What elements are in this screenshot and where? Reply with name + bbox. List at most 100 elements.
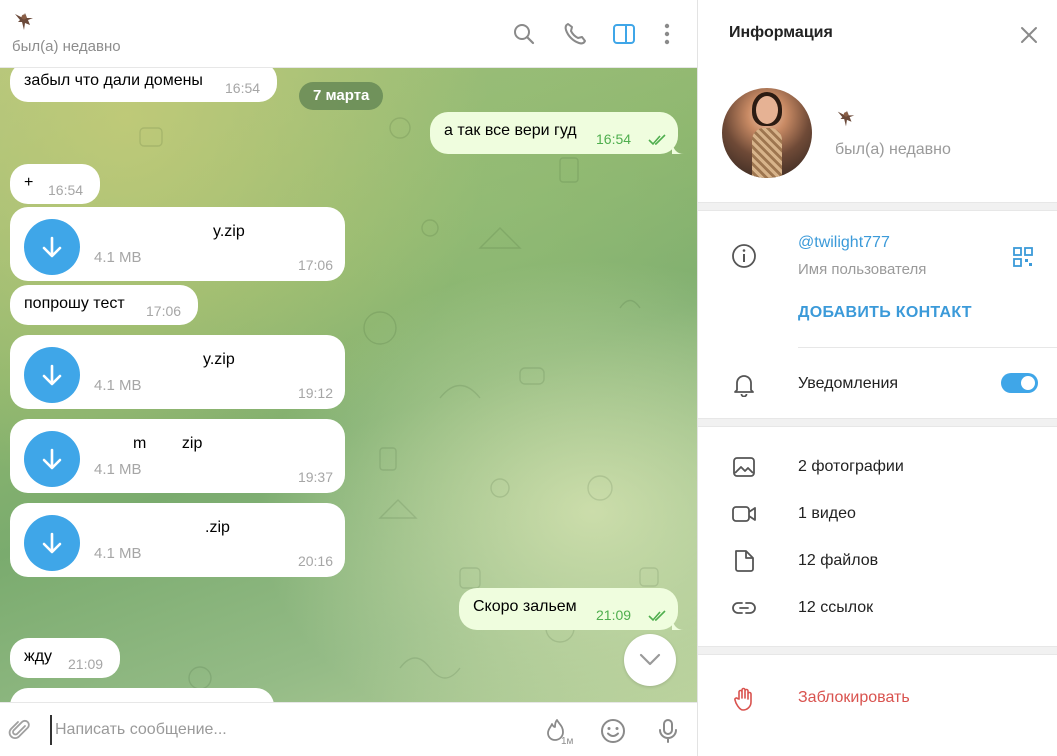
- file-message[interactable]: .zip 4.1 MB 20:16: [10, 503, 345, 577]
- panel-title: Информация: [729, 24, 833, 41]
- search-icon[interactable]: [511, 21, 537, 47]
- section-divider: [698, 202, 1057, 211]
- message-bubble-outgoing[interactable]: Скоро зальем 21:09: [459, 588, 684, 630]
- message-time: 16:54: [596, 131, 632, 147]
- message-time: 16:54: [225, 80, 261, 96]
- double-check-icon: [648, 610, 666, 622]
- more-vertical-icon[interactable]: [654, 21, 680, 47]
- link-icon: [731, 595, 757, 621]
- row-divider: [798, 347, 1057, 348]
- message-time: 20:16: [297, 553, 333, 569]
- file-size: 4.1 MB: [94, 249, 142, 266]
- bubble-tail: [672, 142, 684, 154]
- phone-icon[interactable]: [562, 21, 588, 47]
- microphone-icon[interactable]: [654, 717, 682, 745]
- message-bubble-incoming[interactable]: + 16:54: [10, 164, 100, 204]
- links-row[interactable]: 12 ссылок: [698, 586, 1057, 630]
- username-label: Имя пользователя: [798, 261, 927, 278]
- message-bubble-incoming[interactable]: забыл что дали домены 16:54: [10, 68, 277, 102]
- download-button[interactable]: [24, 219, 80, 275]
- file-size: 4.1 MB: [94, 461, 142, 478]
- info-circle-icon: [731, 243, 757, 269]
- download-button[interactable]: [24, 431, 80, 487]
- chat-window: был(а) недавно 7 марта забыл что дали до…: [0, 0, 697, 756]
- notifications-label: Уведомления: [798, 375, 899, 392]
- download-arrow-icon: [42, 448, 62, 470]
- message-time: 19:37: [297, 469, 333, 485]
- chat-status: был(а) недавно: [12, 38, 121, 55]
- qr-code-icon[interactable]: [1012, 246, 1034, 268]
- download-arrow-icon: [42, 532, 62, 554]
- file-icon: [731, 548, 757, 574]
- profile-status: был(а) недавно: [835, 141, 951, 158]
- username-link[interactable]: @twilight777: [798, 234, 890, 252]
- file-message[interactable]: m zip 4.1 MB 19:37: [10, 419, 345, 493]
- photo-icon: [731, 454, 757, 480]
- section-divider: [698, 646, 1057, 655]
- toggle-knob: [1019, 374, 1037, 392]
- file-message[interactable]: y.zip 4.1 MB 17:06: [10, 207, 345, 281]
- download-arrow-icon: [42, 364, 62, 386]
- block-user-button[interactable]: Заблокировать: [798, 689, 910, 707]
- notifications-toggle[interactable]: [1001, 373, 1038, 393]
- add-contact-button[interactable]: ДОБАВИТЬ КОНТАКТ: [798, 304, 972, 322]
- hand-stop-icon: [731, 686, 757, 712]
- message-time: 19:12: [297, 385, 333, 401]
- message-time: 16:54: [48, 182, 84, 198]
- file-message[interactable]: y.zip 4.1 MB 19:12: [10, 335, 345, 409]
- message-text: попрошу тест: [24, 295, 125, 312]
- chevron-down-icon: [639, 653, 661, 666]
- message-text: +: [24, 174, 34, 191]
- files-row[interactable]: 12 файлов: [698, 539, 1057, 583]
- bat-emoji-icon: [837, 110, 855, 127]
- message-input[interactable]: [50, 715, 520, 745]
- section-divider: [698, 418, 1057, 427]
- file-name: y.zip: [213, 223, 245, 240]
- scroll-to-bottom-button[interactable]: [624, 634, 676, 686]
- avatar-dress: [752, 128, 782, 178]
- user-info-panel: Информация был(а) недавно @twilight777 И…: [697, 0, 1057, 756]
- file-size: 4.1 MB: [94, 377, 142, 394]
- message-text: Скоро зальем: [473, 598, 577, 615]
- video-camera-icon: [731, 501, 757, 527]
- message-composer: 1м: [0, 702, 697, 756]
- timer-label: 1м: [561, 736, 574, 747]
- emoji-icon[interactable]: [599, 717, 627, 745]
- message-bubble-outgoing[interactable]: а так все вери гуд 16:54: [430, 112, 684, 154]
- download-button[interactable]: [24, 347, 80, 403]
- download-arrow-icon: [42, 236, 62, 258]
- avatar-face: [756, 96, 778, 124]
- sidebar-toggle-icon[interactable]: [611, 21, 637, 47]
- close-icon[interactable]: [1018, 24, 1040, 46]
- profile-avatar[interactable]: [722, 88, 812, 178]
- message-text: жду: [24, 648, 53, 665]
- double-check-icon: [648, 134, 666, 146]
- files-count: 12 файлов: [798, 552, 879, 569]
- chat-header[interactable]: был(а) недавно: [0, 0, 697, 68]
- message-time: 17:06: [297, 257, 333, 273]
- date-separator: 7 марта: [299, 82, 384, 110]
- bell-icon: [731, 371, 757, 397]
- links-count: 12 ссылок: [798, 599, 874, 616]
- photos-row[interactable]: 2 фотографии: [698, 445, 1057, 489]
- message-time: 17:06: [146, 303, 182, 319]
- videos-row[interactable]: 1 видео: [698, 492, 1057, 536]
- file-name: y.zip: [203, 351, 235, 368]
- bat-emoji-icon: [15, 13, 33, 30]
- message-time: 21:09: [68, 656, 104, 672]
- photos-count: 2 фотографии: [798, 458, 904, 475]
- download-button[interactable]: [24, 515, 80, 571]
- file-size: 4.1 MB: [94, 545, 142, 562]
- message-bubble-incoming[interactable]: [10, 688, 274, 702]
- message-bubble-incoming[interactable]: жду 21:09: [10, 638, 120, 678]
- videos-count: 1 видео: [798, 505, 856, 522]
- file-name: m zip: [133, 435, 203, 452]
- message-bubble-incoming[interactable]: попрошу тест 17:06: [10, 285, 198, 325]
- file-name: .zip: [205, 519, 230, 536]
- paperclip-icon[interactable]: [8, 718, 32, 742]
- message-text: забыл что дали домены: [24, 72, 203, 89]
- bubble-tail: [672, 618, 684, 630]
- message-list[interactable]: 7 марта забыл что дали домены 16:54 а та…: [0, 68, 697, 702]
- message-time: 21:09: [596, 607, 632, 623]
- message-text: а так все вери гуд: [444, 122, 577, 139]
